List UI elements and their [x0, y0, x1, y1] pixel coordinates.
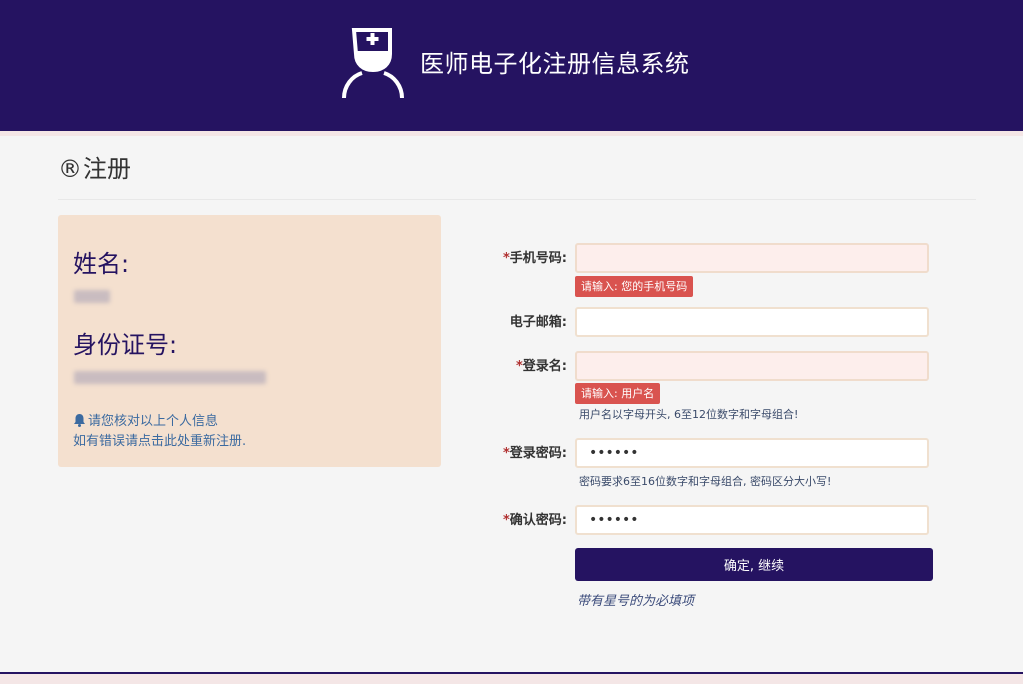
- phone-error: 请输入: 您的手机号码: [575, 276, 694, 297]
- confirm-password-input[interactable]: [575, 505, 929, 535]
- password-input[interactable]: [575, 438, 929, 468]
- confirm-password-label: *确认密码:: [502, 513, 567, 528]
- id-number-redacted: [74, 371, 266, 384]
- personal-info-card: 姓名: 身份证号: 请您核对以上个人信息 如有错误请点击此处重新注册.: [58, 215, 441, 467]
- page-title-text: 注册: [83, 155, 131, 183]
- app-title: 医师电子化注册信息系统: [420, 50, 690, 78]
- username-input[interactable]: [575, 351, 929, 381]
- page-title: ®注册: [58, 152, 131, 186]
- name-label: 姓名:: [73, 250, 130, 278]
- footer-band: [0, 674, 1023, 684]
- required-note: 带有星号的为必填项: [577, 594, 695, 609]
- submit-button[interactable]: 确定, 继续: [575, 548, 933, 581]
- password-label: *登录密码:: [502, 446, 567, 461]
- verify-notice[interactable]: 请您核对以上个人信息 如有错误请点击此处重新注册.: [73, 412, 246, 452]
- nurse-icon: [342, 28, 404, 99]
- re-register-link[interactable]: 如有错误请点击此处重新注册.: [73, 432, 246, 452]
- bell-icon: [74, 414, 85, 427]
- email-input[interactable]: [575, 307, 929, 337]
- phone-input[interactable]: [575, 243, 929, 273]
- registered-icon: ®: [58, 155, 82, 183]
- divider: [58, 199, 976, 200]
- verify-notice-line1: 请您核对以上个人信息: [73, 412, 246, 432]
- name-value-redacted: [74, 290, 110, 303]
- password-hint: 密码要求6至16位数字和字母组合, 密码区分大小写!: [579, 475, 832, 488]
- username-error: 请输入: 用户名: [575, 383, 661, 404]
- username-label: *登录名:: [515, 359, 567, 374]
- phone-label: *手机号码:: [502, 251, 567, 266]
- email-label: 电子邮箱:: [509, 315, 567, 330]
- username-hint: 用户名以字母开头, 6至12位数字和字母组合!: [579, 408, 799, 421]
- id-number-label: 身份证号:: [73, 331, 178, 359]
- header-stripe: [0, 131, 1023, 136]
